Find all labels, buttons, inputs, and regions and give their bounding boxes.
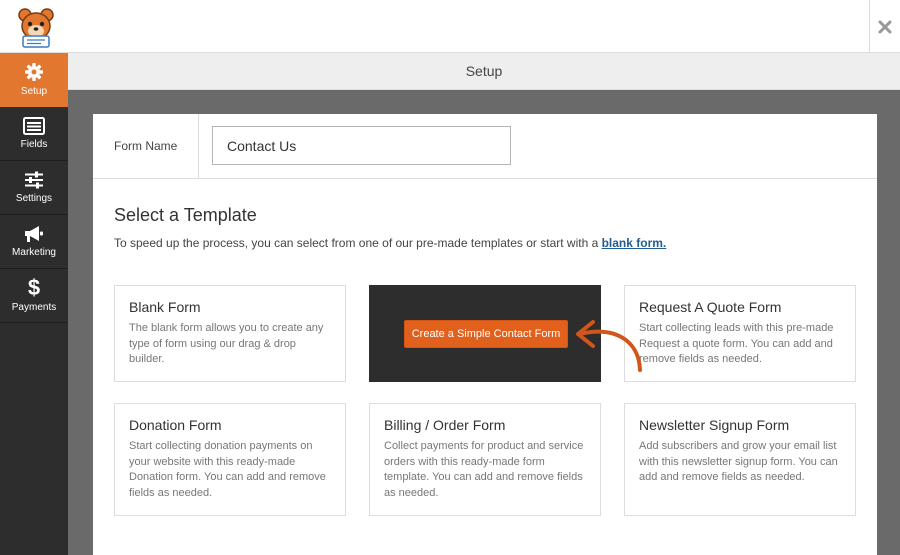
sidebar-item-label: Payments bbox=[11, 302, 57, 313]
card-title: Newsletter Signup Form bbox=[639, 417, 790, 433]
dollar-icon: $ bbox=[27, 275, 41, 300]
template-card-blank-form[interactable]: Blank Form The blank form allows you to … bbox=[114, 285, 346, 382]
card-title: Blank Form bbox=[129, 299, 201, 315]
builder-stage: Form Name Select a Template To speed up … bbox=[68, 90, 900, 555]
megaphone-icon bbox=[25, 226, 43, 242]
sidebar-item-label: Fields bbox=[20, 139, 48, 150]
sidebar-item-label: Marketing bbox=[12, 247, 56, 258]
template-card-newsletter-signup[interactable]: Newsletter Signup Form Add subscribers a… bbox=[624, 403, 856, 516]
sidebar-item-label: Setup bbox=[20, 86, 48, 97]
template-card-billing-order[interactable]: Billing / Order Form Collect payments fo… bbox=[369, 403, 601, 516]
card-description: Add subscribers and grow your email list… bbox=[639, 440, 838, 483]
form-name-row: Form Name bbox=[93, 114, 877, 179]
sidebar: Setup Fields Settings Marketing $ Paymen… bbox=[0, 53, 68, 555]
create-simple-contact-form-button[interactable]: Create a Simple Contact Form bbox=[404, 320, 568, 348]
template-heading: Select a Template bbox=[114, 205, 257, 225]
sidebar-item-setup[interactable]: Setup bbox=[0, 53, 68, 107]
gear-icon bbox=[25, 63, 43, 81]
card-title: Billing / Order Form bbox=[384, 417, 506, 433]
template-description: To speed up the process, you can select … bbox=[114, 236, 667, 250]
close-icon bbox=[878, 20, 892, 33]
card-description: Start collecting donation payments on yo… bbox=[129, 440, 326, 499]
form-name-label: Form Name bbox=[93, 114, 199, 178]
sidebar-item-fields[interactable]: Fields bbox=[0, 107, 68, 161]
card-description: The blank form allows you to create any … bbox=[129, 322, 324, 365]
sidebar-item-label: Settings bbox=[15, 193, 53, 204]
bear-mascot-icon bbox=[16, 6, 56, 48]
sidebar-item-settings[interactable]: Settings bbox=[0, 161, 68, 215]
setup-panel: Form Name Select a Template To speed up … bbox=[93, 114, 877, 555]
template-card-donation[interactable]: Donation Form Start collecting donation … bbox=[114, 403, 346, 516]
card-description: Start collecting leads with this pre-mad… bbox=[639, 322, 834, 365]
card-title: Donation Form bbox=[129, 417, 222, 433]
form-name-input[interactable] bbox=[212, 126, 511, 165]
close-button[interactable] bbox=[869, 0, 900, 53]
sidebar-item-payments[interactable]: $ Payments bbox=[0, 269, 68, 323]
card-description: Collect payments for product and service… bbox=[384, 440, 584, 499]
page-title: Setup bbox=[68, 53, 900, 90]
sliders-icon bbox=[25, 171, 43, 189]
blank-form-link[interactable]: blank form. bbox=[602, 236, 667, 250]
template-card-simple-contact-form[interactable]: Create a Simple Contact Form bbox=[369, 285, 601, 382]
sidebar-item-marketing[interactable]: Marketing bbox=[0, 215, 68, 269]
top-bar bbox=[0, 0, 900, 53]
template-card-request-quote[interactable]: Request A Quote Form Start collecting le… bbox=[624, 285, 856, 382]
card-title: Request A Quote Form bbox=[639, 299, 782, 315]
list-icon bbox=[23, 117, 45, 135]
